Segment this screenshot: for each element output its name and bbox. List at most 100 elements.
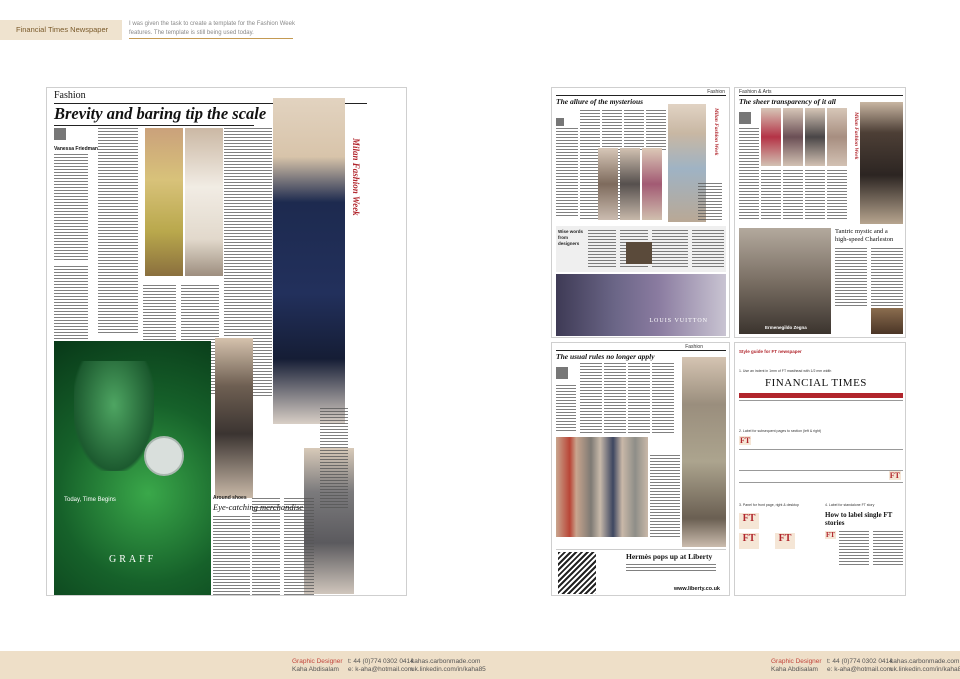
footer-linkedin[interactable]: uk.linkedin.com/in/kaha85 <box>890 666 960 674</box>
runway-photo-row <box>556 437 648 537</box>
ft-logo-story: FT <box>825 531 836 539</box>
text-column-6 <box>698 183 722 221</box>
text-column-9 <box>320 408 348 508</box>
graff-advert: Today, Time Begins GRAFF <box>54 341 211 595</box>
text-column-4 <box>628 363 650 435</box>
louis-vuitton-advert: LOUIS VUITTON <box>556 274 726 336</box>
headline: The sheer transparency of it all <box>739 97 836 106</box>
vertical-title: Milan Fashion Week <box>713 108 719 156</box>
vertical-title: Milan Fashion Week <box>351 138 361 216</box>
runway-photo-1 <box>598 148 618 220</box>
page-style-guide[interactable]: Style guide for FT newspaper 1. Use an i… <box>734 342 906 596</box>
spread-milan-fashion[interactable]: Fashion Brevity and baring tip the scale… <box>46 87 407 596</box>
masthead-bar <box>739 393 903 398</box>
sidebar-box: Wise words from designers <box>556 226 726 272</box>
page-usual-rules[interactable]: Fashion The usual rules no longer apply … <box>551 342 730 596</box>
ft-logo-small: FT <box>739 436 752 445</box>
footer-linkedin[interactable]: uk.linkedin.com/in/kaha85 <box>411 666 486 674</box>
lv-logo: LOUIS VUITTON <box>649 318 708 324</box>
ft-panel-1: FT <box>739 513 759 529</box>
sidebar-text-4 <box>692 230 724 268</box>
ad-caption: Today, Time Begins <box>64 497 116 503</box>
headline: The allure of the mysterious <box>556 97 644 106</box>
text-column-1 <box>556 385 576 433</box>
footer-site[interactable]: kahas.carbonmade.com <box>411 658 486 666</box>
text-column-5 <box>827 170 847 220</box>
footer-phone[interactable]: t: 44 (0)774 0302 0414 <box>348 658 414 666</box>
runway-photo-main <box>860 102 903 224</box>
footer-left-links: kahas.carbonmade.com uk.linkedin.com/in/… <box>411 658 486 674</box>
text-column-2 <box>580 363 602 435</box>
page-allure[interactable]: Fashion The allure of the mysterious Mil… <box>551 87 730 338</box>
footer-role: Graphic Designer <box>292 658 343 665</box>
runway-photo-sequin <box>215 338 253 498</box>
runway-photo-navy-dress <box>273 98 345 424</box>
text-column-5 <box>652 363 674 435</box>
footer-right-contact: Graphic Designer Kaha Abdisalam <box>771 658 822 674</box>
section-rule <box>739 95 903 96</box>
byline: Vanessa Friedman <box>54 146 98 152</box>
runway-photo-3 <box>642 148 662 220</box>
text-column-6 <box>835 248 867 308</box>
page-sheer-transparency[interactable]: Fashion & Arts The sheer transparency of… <box>734 87 906 338</box>
sidebar-photo <box>626 242 652 264</box>
sidebar-text-1 <box>588 230 616 268</box>
ft-panel-3: FT <box>739 533 759 549</box>
label-rule-2 <box>739 470 903 471</box>
label-headline: How to label single FT stories <box>825 511 893 527</box>
text-column-1b <box>54 266 88 346</box>
runway-photo-red <box>761 108 781 166</box>
footer-email[interactable]: e: k-aha@hotmail.com <box>348 666 414 674</box>
guide-step-3: 3. Panel for front page, right & desktop <box>739 503 799 507</box>
author-photo <box>54 128 66 140</box>
contact-footer: Graphic Designer Kaha Abdisalam t: 44 (0… <box>0 651 960 679</box>
footer-phone[interactable]: t: 44 (0)774 0302 0414 <box>827 658 893 666</box>
text-column-1 <box>54 154 88 262</box>
text-column-8 <box>284 498 314 595</box>
intro-underline <box>129 38 293 39</box>
masthead-rule <box>739 400 903 401</box>
story-text-1 <box>839 531 869 565</box>
vertical-title: Milan Fashion Week <box>853 112 859 160</box>
photo-caption: Ermenegildo Zegna <box>765 325 807 330</box>
project-tab[interactable]: Financial Times Newspaper <box>0 20 122 40</box>
ad-model-face <box>74 361 154 471</box>
sidebar-head: Wise words from designers <box>558 229 583 246</box>
text-column-7 <box>871 248 903 308</box>
runway-photo-4 <box>827 108 847 166</box>
runway-photo-main <box>682 357 726 547</box>
text-column-3 <box>783 170 803 220</box>
section-rule <box>556 95 726 96</box>
sidebar-text-3 <box>652 230 688 268</box>
text-column-1 <box>739 128 759 220</box>
feature-head: Tantric mystic and a high-speed Charlest… <box>835 228 894 243</box>
masthead: FINANCIAL TIMES <box>765 377 867 389</box>
guide-step-2: 2. Label for subsequent pages to section… <box>739 429 822 433</box>
liberty-text <box>626 564 716 572</box>
feature-photo-small <box>871 308 903 334</box>
author-photo <box>556 118 564 126</box>
text-column-2 <box>98 128 138 333</box>
label-rule-3 <box>739 482 903 483</box>
sub-headline: Eye-catching merchandise <box>213 502 304 512</box>
footer-site[interactable]: kahas.carbonmade.com <box>890 658 960 666</box>
graff-logo: GRAFF <box>109 554 157 565</box>
footer-email[interactable]: e: k-aha@hotmail.com <box>827 666 893 674</box>
watch-icon <box>144 436 184 476</box>
guide-step-1: 1. Use an indent in 1mm of FT masthead w… <box>739 369 832 373</box>
zebra-illustration <box>558 552 596 594</box>
liberty-url: www.liberty.co.uk <box>673 586 720 592</box>
guide-step-4: 4. Label for standalone FT story <box>825 503 875 507</box>
text-column-6 <box>650 455 680 539</box>
runway-photo-white <box>185 128 223 276</box>
author-photo <box>739 112 751 124</box>
author-photo <box>556 367 568 379</box>
text-column-5 <box>646 110 666 150</box>
section-label: Fashion <box>54 90 86 101</box>
footer-right-links: kahas.carbonmade.com uk.linkedin.com/in/… <box>890 658 960 674</box>
liberty-advert: Hermès pops up at Liberty www.liberty.co… <box>556 549 726 595</box>
text-column-2 <box>761 170 781 220</box>
text-column-3 <box>604 363 626 435</box>
headline: Brevity and baring tip the scale <box>54 104 267 123</box>
ft-panel-2: FT <box>775 533 795 549</box>
